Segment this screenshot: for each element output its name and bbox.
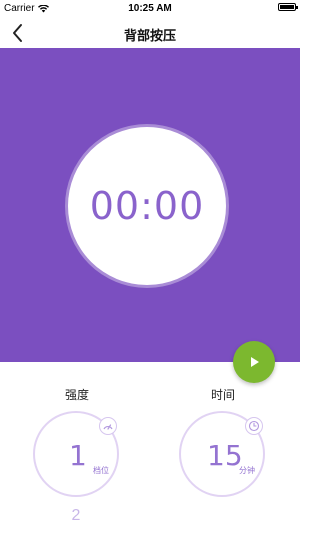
timer-panel: 00:00 (0, 48, 300, 362)
intensity-next-value[interactable]: 2 (66, 507, 86, 525)
play-icon (251, 357, 259, 367)
timer-display: 00:00 (89, 184, 205, 228)
intensity-unit: 档位 (93, 466, 109, 475)
status-bar: Carrier 10:25 AM (0, 0, 300, 18)
speed-icon (103, 424, 113, 430)
clock-icon (248, 420, 260, 432)
status-right (278, 3, 298, 11)
duration-unit: 分钟 (239, 466, 255, 475)
play-button[interactable] (233, 341, 275, 383)
duration-badge (245, 417, 263, 435)
duration-value: 15 (207, 439, 243, 472)
battery-level (280, 5, 294, 9)
timer-circle: 00:00 (68, 127, 226, 285)
duration-dial[interactable]: 15 分钟 (179, 411, 265, 497)
nav-bar: 背部按压 (0, 18, 300, 48)
duration-label: 时间 (210, 388, 235, 402)
intensity-value: 1 (69, 439, 87, 472)
status-time: 10:25 AM (128, 3, 172, 14)
app-screen: Carrier 10:25 AM 背部按压 00:00 强度 1 档位 2 时间… (0, 0, 300, 533)
battery-icon (278, 3, 298, 11)
intensity-badge (99, 417, 117, 435)
intensity-label: 强度 (64, 388, 89, 402)
intensity-dial[interactable]: 1 档位 (33, 411, 119, 497)
page-title: 背部按压 (123, 28, 176, 43)
